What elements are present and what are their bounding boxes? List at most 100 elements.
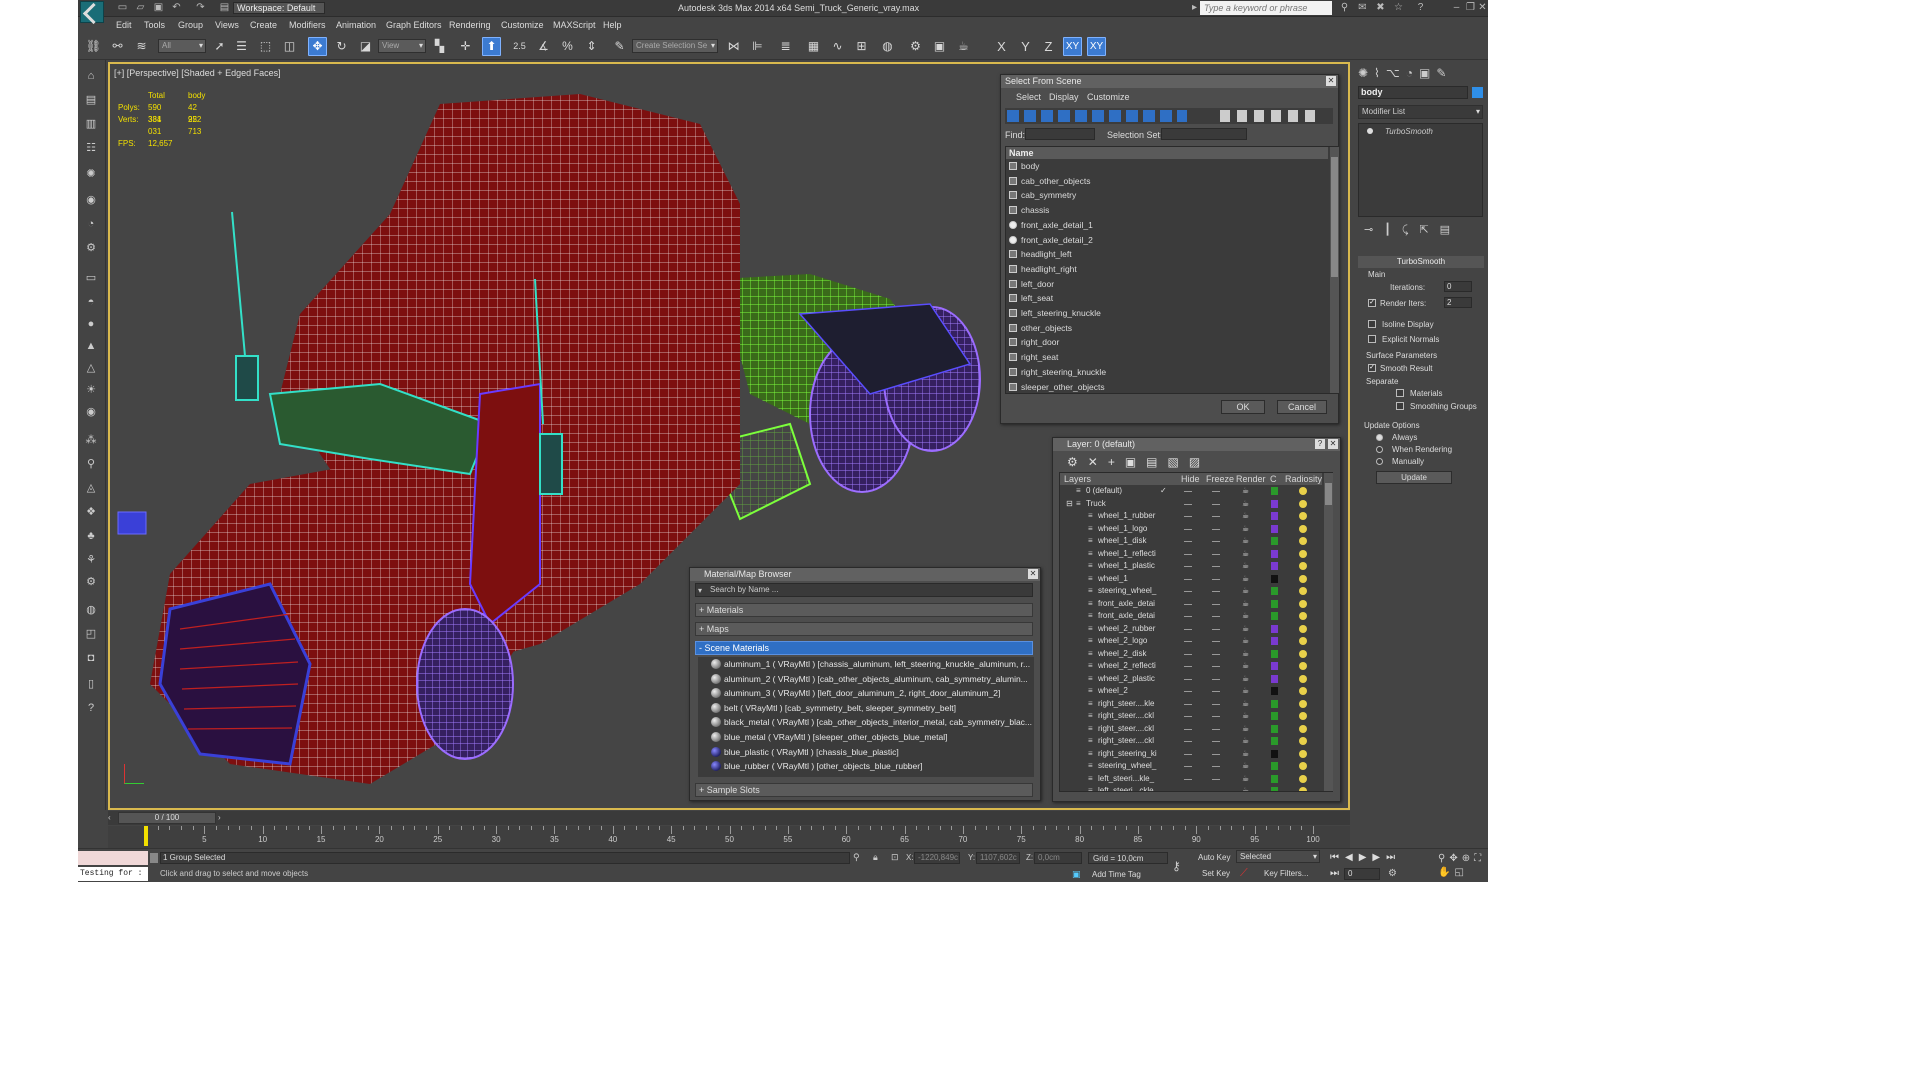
layer-color-swatch[interactable]	[1271, 737, 1278, 745]
render-setup-icon[interactable]: ⚙	[906, 37, 925, 56]
radiosity-icon[interactable]	[1299, 562, 1307, 570]
freeze-toggle[interactable]	[1212, 741, 1220, 742]
layer-row[interactable]: ≡ wheel_2_rubber ☕	[1060, 623, 1322, 636]
radiosity-icon[interactable]	[1299, 587, 1307, 595]
render-teapot-icon[interactable]: ☕	[1242, 773, 1249, 785]
layer-dialog-title[interactable]: Layer: 0 (default)	[1053, 438, 1340, 451]
list-item[interactable]: aluminum_3 ( VRayMtl ) [left_door_alumin…	[708, 686, 1034, 701]
unlink-icon[interactable]: ⚯	[108, 37, 127, 56]
hide-toggle[interactable]	[1184, 566, 1192, 567]
info-icon[interactable]: ?	[82, 700, 100, 716]
layer-color-swatch[interactable]	[1271, 787, 1278, 791]
document-icon[interactable]: ▯	[82, 676, 100, 692]
render-teapot-icon[interactable]: ☕	[1242, 535, 1249, 547]
render-teapot-icon[interactable]: ☕	[1242, 548, 1249, 560]
render-teapot-icon[interactable]: ☕	[1242, 635, 1249, 647]
render-teapot-icon[interactable]: ☕	[1242, 710, 1249, 722]
separate-smoothing-checkbox[interactable]	[1396, 402, 1404, 410]
freeze-toggle[interactable]	[1212, 703, 1220, 705]
freeze-toggle[interactable]	[1212, 528, 1220, 530]
angle-snap-icon[interactable]: ∡	[534, 37, 553, 56]
new-file-icon[interactable]: ▭	[116, 2, 129, 14]
material-search-input[interactable]: Search by Name ...	[695, 583, 1033, 597]
layer-row[interactable]: ≡ front_axle_detai ☕	[1060, 598, 1322, 611]
layer-color-swatch[interactable]	[1271, 487, 1278, 495]
render-iters-checkbox[interactable]: ✓	[1368, 299, 1376, 307]
project-folder-icon[interactable]: ▤	[218, 2, 231, 14]
layer-row[interactable]: ≡ wheel_1_rubber ☕	[1060, 510, 1322, 523]
layer-row[interactable]: ≡ wheel_2_disk ☕	[1060, 648, 1322, 661]
pivot-center-icon[interactable]: ▚	[430, 37, 449, 56]
layer-color-swatch[interactable]	[1271, 574, 1278, 583]
menu-help[interactable]: Help	[603, 20, 622, 30]
turbosmooth-rollout-header[interactable]: TurboSmooth	[1358, 256, 1484, 268]
render-teapot-icon[interactable]: ☕	[1242, 648, 1249, 660]
window-crossing-icon[interactable]: ◫	[280, 37, 299, 56]
selection-filter-dropdown[interactable]: All	[158, 39, 206, 53]
explicit-normals-checkbox[interactable]	[1368, 335, 1376, 343]
snaps-toggle-icon[interactable]: 2.5	[510, 37, 529, 56]
layer-row[interactable]: ≡ wheel_2_reflecti ☕	[1060, 660, 1322, 673]
hide-toggle[interactable]	[1184, 503, 1192, 505]
viewport-navigation-controls[interactable]: ⚲✥⊕⛶✋◱	[1438, 852, 1484, 880]
layer-row[interactable]: ≡ left_steeri...kle_ ☕	[1060, 773, 1322, 786]
freeze-toggle[interactable]	[1212, 616, 1220, 617]
radiosity-icon[interactable]	[1299, 524, 1307, 533]
menu-animation[interactable]: Animation	[336, 20, 376, 30]
orbit-icon[interactable]: ⌂	[82, 68, 100, 84]
app-logo-icon[interactable]	[80, 1, 104, 23]
keyboard-shortcut-override-icon[interactable]: ⬆	[482, 37, 501, 56]
scene-explorer-icon[interactable]: ▥	[82, 116, 100, 132]
hide-toggle[interactable]	[1184, 728, 1192, 730]
section-maps[interactable]: + Maps	[695, 622, 1033, 636]
radiosity-icon[interactable]	[1299, 749, 1307, 758]
current-layer-check-icon[interactable]: ✓	[1160, 485, 1167, 497]
hide-toggle[interactable]	[1184, 703, 1192, 705]
layer-color-swatch[interactable]	[1271, 537, 1278, 545]
list-item[interactable]: aluminum_1 ( VRayMtl ) [chassis_aluminum…	[708, 657, 1034, 672]
radiosity-icon[interactable]	[1299, 487, 1307, 495]
particles-icon[interactable]: ⁂	[82, 432, 100, 448]
material-browser-title[interactable]: Material/Map Browser	[690, 568, 1040, 581]
layer-row[interactable]: ≡ right_steer....ckl ☕	[1060, 723, 1322, 736]
render-teapot-icon[interactable]: ☕	[1242, 610, 1249, 622]
menu-tools[interactable]: Tools	[144, 20, 165, 30]
freeze-toggle[interactable]	[1212, 778, 1220, 780]
link-icon[interactable]: ⛓	[84, 37, 103, 56]
geosphere-icon[interactable]: ◉	[82, 404, 100, 420]
hide-toggle[interactable]	[1184, 778, 1192, 780]
layer-row[interactable]: ≡ right_steering_ki ☕	[1060, 748, 1322, 761]
spacewarp-icon[interactable]: ❖	[82, 504, 100, 520]
graphite-ribbon-icon[interactable]: ▦	[804, 37, 823, 56]
list-item[interactable]: belt ( VRayMtl ) [cab_symmetry_belt, sle…	[708, 701, 1034, 716]
freeze-toggle[interactable]	[1212, 666, 1220, 667]
hide-toggle[interactable]	[1184, 578, 1192, 580]
sphere-icon[interactable]: ●	[82, 316, 100, 332]
list-item[interactable]: blue_rubber ( VRayMtl ) [other_objects_b…	[708, 759, 1034, 774]
set-key-button[interactable]: Set Key	[1202, 869, 1230, 878]
layers-icon[interactable]: ◰	[82, 626, 100, 642]
axis-z-button[interactable]: Z	[1039, 37, 1058, 56]
y-coordinate-field[interactable]: 1107,602c	[976, 852, 1020, 864]
freeze-toggle[interactable]	[1212, 716, 1220, 717]
layer-color-swatch[interactable]	[1271, 649, 1278, 658]
radiosity-icon[interactable]	[1299, 737, 1307, 745]
curve-editor-icon[interactable]: ∿	[828, 37, 847, 56]
hide-toggle[interactable]	[1184, 766, 1192, 767]
tab-display[interactable]: Display	[1049, 92, 1079, 102]
isoline-display-checkbox[interactable]	[1368, 320, 1376, 328]
stack-item-turbosmooth[interactable]: TurboSmooth	[1359, 126, 1482, 138]
command-panel-tabs[interactable]: ✺⌇⌥◔▣✎	[1358, 66, 1484, 82]
rendered-frame-window-icon[interactable]: ▣	[930, 37, 949, 56]
prev-frame-icon[interactable]: ‹	[108, 813, 118, 823]
list-item[interactable]: cab_symmetry	[1006, 188, 1328, 203]
radiosity-icon[interactable]	[1299, 687, 1307, 695]
list-item[interactable]: left_seat	[1006, 291, 1328, 306]
layer-color-swatch[interactable]	[1271, 512, 1278, 520]
menu-modifiers[interactable]: Modifiers	[289, 20, 326, 30]
open-file-icon[interactable]: ▱	[134, 2, 147, 14]
next-frame-icon[interactable]: ›	[218, 813, 228, 823]
freeze-toggle[interactable]	[1212, 541, 1220, 542]
render-teapot-icon[interactable]: ☕	[1242, 660, 1249, 672]
radiosity-icon[interactable]	[1299, 724, 1307, 733]
